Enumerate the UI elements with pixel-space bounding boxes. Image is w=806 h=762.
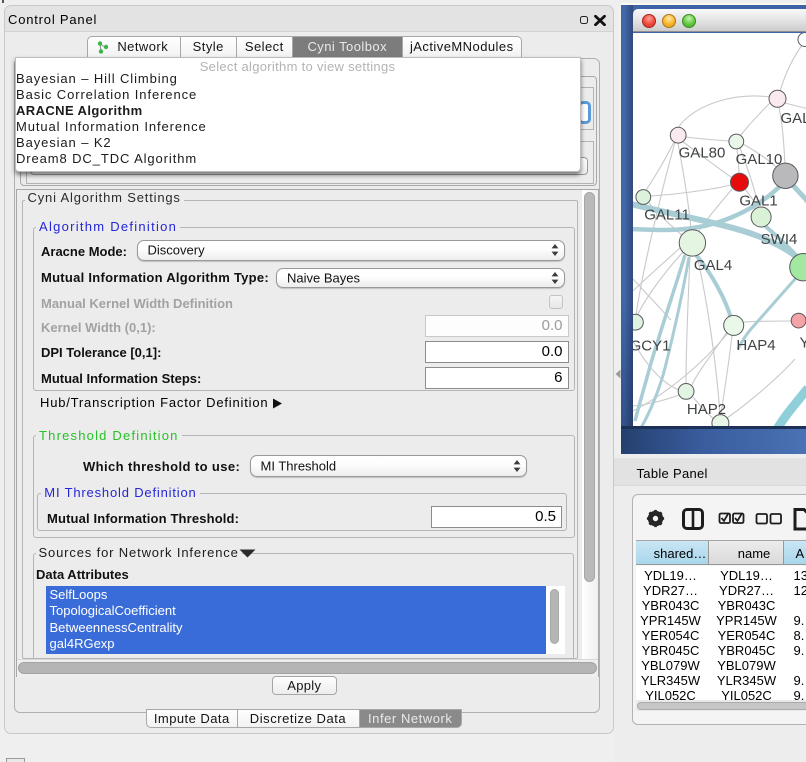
svg-text:HAP4: HAP4 — [736, 337, 775, 354]
svg-text:GAL11: GAL11 — [644, 206, 690, 223]
svg-text:GAL1: GAL1 — [739, 192, 777, 209]
svg-text:GAL2: GAL2 — [781, 110, 806, 127]
svg-text:HAP2: HAP2 — [687, 401, 726, 418]
svg-text:GAL4: GAL4 — [694, 257, 732, 274]
svg-text:SWI4: SWI4 — [761, 231, 798, 248]
svg-text:GAL80: GAL80 — [679, 144, 726, 161]
svg-text:YJ: YJ — [800, 334, 806, 351]
svg-text:GAL10: GAL10 — [736, 151, 783, 168]
svg-text:GCY1: GCY1 — [633, 337, 670, 354]
